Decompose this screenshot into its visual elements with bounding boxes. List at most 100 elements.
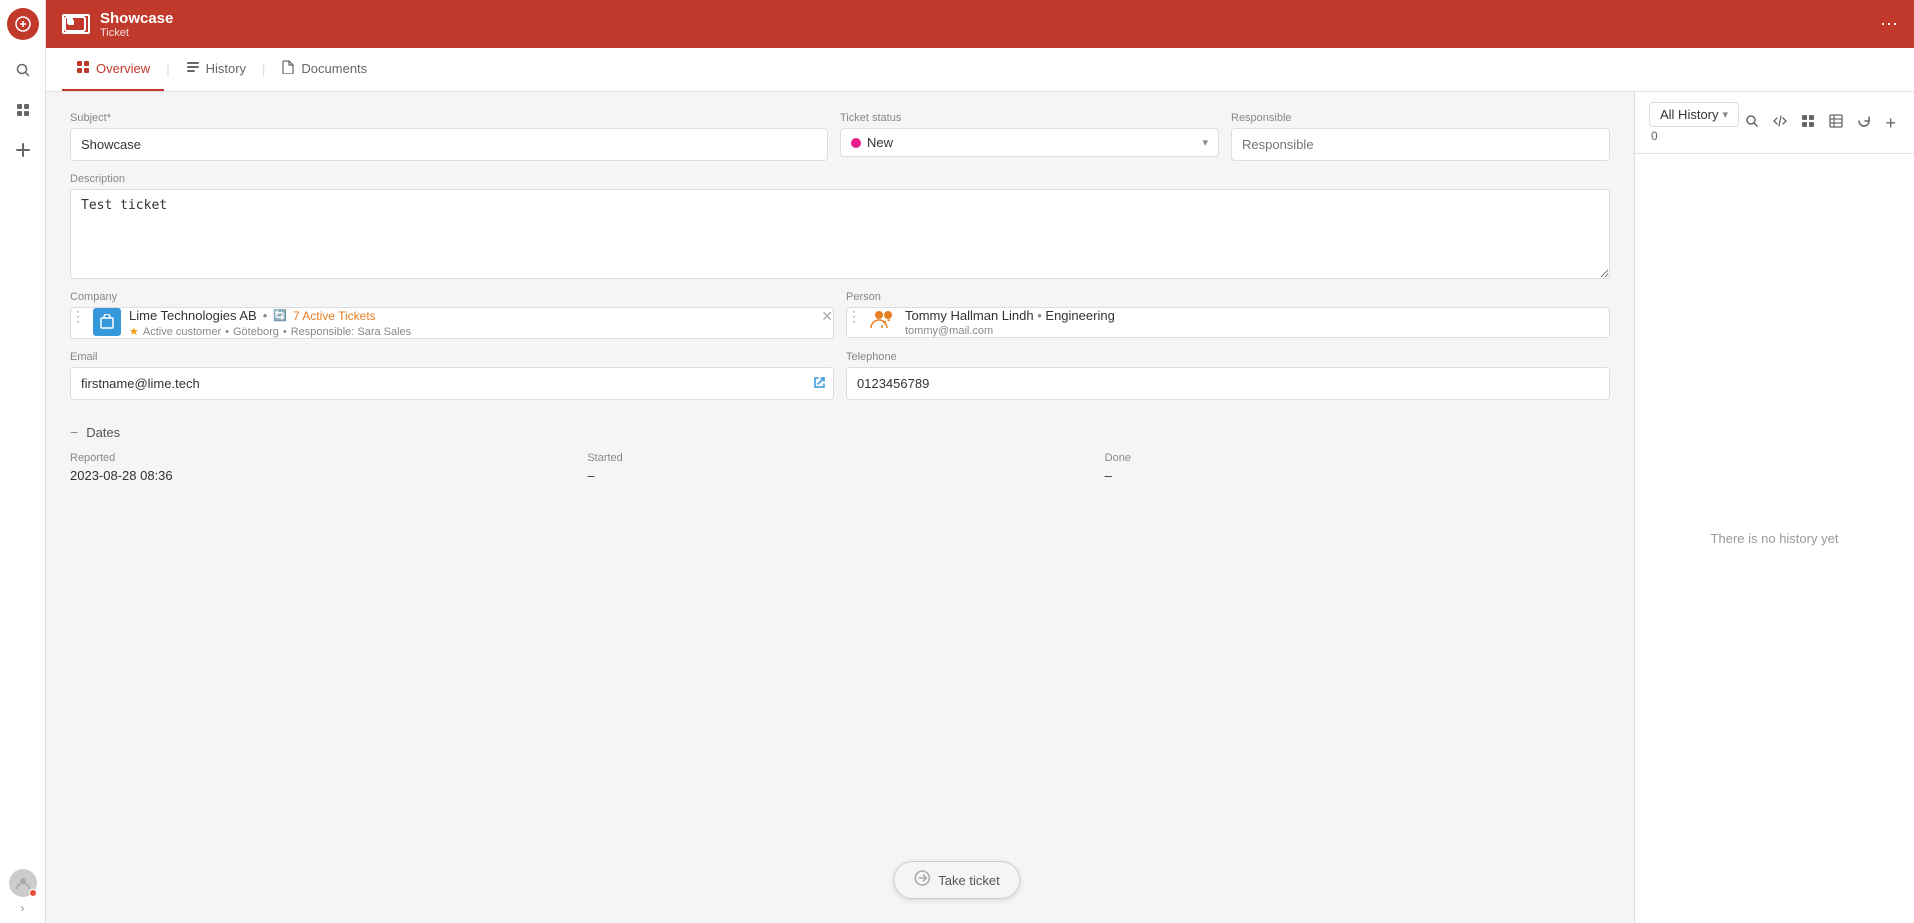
company-group: Company ⋮ Lime Technologies AB • (70, 291, 834, 339)
email-wrapper (70, 367, 834, 400)
description-textarea[interactable] (70, 189, 1610, 279)
person-email: tommy@mail.com (905, 325, 1609, 337)
tab-documents-label: Documents (301, 61, 367, 76)
person-dots-menu[interactable]: ⋮ (847, 308, 861, 325)
company-responsible: Responsible: Sara Sales (291, 326, 411, 338)
tab-separator-2: | (262, 62, 265, 77)
sidebar-grid-icon[interactable] (5, 92, 41, 128)
user-avatar[interactable] (9, 869, 37, 897)
person-card: ⋮ Tommy Hallman Lindh • Engineering (846, 307, 1610, 338)
panel-search-button[interactable] (1741, 110, 1763, 136)
description-label: Description (70, 173, 1610, 185)
take-ticket-label: Take ticket (938, 873, 999, 888)
documents-icon (281, 60, 295, 77)
description-group: Description (70, 173, 1610, 279)
company-person-row: Company ⋮ Lime Technologies AB • (70, 291, 1610, 339)
company-tickets-icon: 🔄 (273, 309, 287, 322)
company-label: Company (70, 291, 834, 303)
email-external-link-icon[interactable] (813, 376, 826, 392)
subject-label: Subject* (70, 112, 828, 124)
company-status: Active customer (143, 326, 221, 338)
sidebar: › (0, 0, 46, 923)
status-dot (29, 889, 37, 897)
panel-add-button[interactable]: + (1881, 110, 1900, 136)
person-name-text: Tommy Hallman Lindh (905, 308, 1034, 323)
person-name-row: Tommy Hallman Lindh • Engineering (905, 308, 1609, 323)
company-info: Lime Technologies AB • 🔄 7 Active Ticket… (129, 308, 813, 338)
company-card-header: ⋮ Lime Technologies AB • 🔄 7 Active Tick… (71, 308, 833, 338)
tab-history[interactable]: History (172, 48, 260, 91)
all-history-count: 0 (1649, 129, 1739, 143)
company-remove-button[interactable]: ✕ (821, 308, 833, 325)
responsible-group: Responsible (1231, 112, 1610, 161)
company-location: Göteborg (233, 326, 279, 338)
header-title: Showcase Ticket (100, 10, 173, 39)
overview-icon (76, 60, 90, 77)
panel-table-button[interactable] (1825, 110, 1847, 136)
description-row: Description (70, 173, 1610, 279)
all-history-label: All History (1660, 107, 1719, 122)
header-title-main: Showcase (100, 10, 173, 27)
dates-section-header: − Dates (70, 412, 1610, 448)
right-panel: All History ▾ 0 (1634, 92, 1914, 923)
subject-input[interactable] (70, 128, 828, 161)
company-card: ⋮ Lime Technologies AB • 🔄 7 Active Tick… (70, 307, 834, 339)
started-date-value: – (587, 468, 1092, 483)
main-content: Showcase Ticket ⋯ Overview | History | (46, 0, 1914, 923)
right-panel-body: There is no history yet (1635, 154, 1914, 923)
header-menu-button[interactable]: ⋯ (1880, 14, 1898, 35)
app-logo (7, 8, 39, 40)
tab-history-label: History (206, 61, 246, 76)
person-info: Tommy Hallman Lindh • Engineering tommy@… (905, 308, 1609, 337)
started-date-col: Started – (587, 452, 1092, 483)
company-name-row: Lime Technologies AB • 🔄 7 Active Ticket… (129, 308, 813, 323)
ticket-status-label: Ticket status (840, 112, 1219, 124)
email-input[interactable] (70, 367, 834, 400)
reported-date-col: Reported 2023-08-28 08:36 (70, 452, 575, 483)
company-name-text: Lime Technologies AB (129, 308, 257, 323)
form-area: Subject* Ticket status New ▾ Responsible (46, 92, 1634, 923)
tab-documents[interactable]: Documents (267, 48, 381, 91)
app-header: Showcase Ticket ⋯ (46, 0, 1914, 48)
take-ticket-icon (914, 870, 930, 890)
dates-toggle-button[interactable]: − (70, 424, 78, 440)
sidebar-search-icon[interactable] (5, 52, 41, 88)
header-left: Showcase Ticket (62, 10, 173, 39)
sidebar-collapse-chevron[interactable]: › (21, 901, 25, 915)
ticket-status-value: New (867, 135, 1196, 150)
email-tel-row: Email Telephone (70, 351, 1610, 400)
ticket-status-select[interactable]: New ▾ (840, 128, 1219, 157)
reported-date-value: 2023-08-28 08:36 (70, 468, 575, 483)
ticket-status-group: Ticket status New ▾ (840, 112, 1219, 161)
history-icon (186, 60, 200, 77)
telephone-group: Telephone (846, 351, 1610, 400)
company-active-tickets-link[interactable]: 7 Active Tickets (293, 309, 376, 323)
company-meta: ★ Active customer • Göteborg • Responsib… (129, 325, 813, 338)
person-icon (869, 308, 897, 336)
all-history-button[interactable]: All History ▾ (1649, 102, 1739, 127)
tab-overview[interactable]: Overview (62, 48, 164, 91)
telephone-input[interactable] (846, 367, 1610, 400)
dates-section-title: Dates (86, 425, 120, 440)
no-history-text: There is no history yet (1711, 531, 1839, 546)
subject-group: Subject* (70, 112, 828, 161)
company-dots-menu[interactable]: ⋮ (71, 308, 85, 325)
panel-code-button[interactable] (1769, 110, 1791, 136)
panel-grid-button[interactable] (1797, 110, 1819, 136)
email-group: Email (70, 351, 834, 400)
subject-row: Subject* Ticket status New ▾ Responsible (70, 112, 1610, 161)
person-label: Person (846, 291, 1610, 303)
person-group: Person ⋮ Tommy Hallman Lindh • (846, 291, 1610, 339)
person-card-inner: ⋮ Tommy Hallman Lindh • Engineering (847, 308, 1609, 337)
take-ticket-button[interactable]: Take ticket (893, 861, 1020, 899)
responsible-input[interactable] (1231, 128, 1610, 161)
person-department: Engineering (1045, 308, 1114, 323)
sidebar-add-icon[interactable] (5, 132, 41, 168)
panel-refresh-button[interactable] (1853, 110, 1875, 136)
header-right: ⋯ (1880, 14, 1898, 35)
done-date-label: Done (1105, 452, 1610, 464)
started-date-label: Started (587, 452, 1092, 464)
tab-overview-label: Overview (96, 61, 150, 76)
tab-bar: Overview | History | Documents (46, 48, 1914, 92)
done-date-value: – (1105, 468, 1610, 483)
